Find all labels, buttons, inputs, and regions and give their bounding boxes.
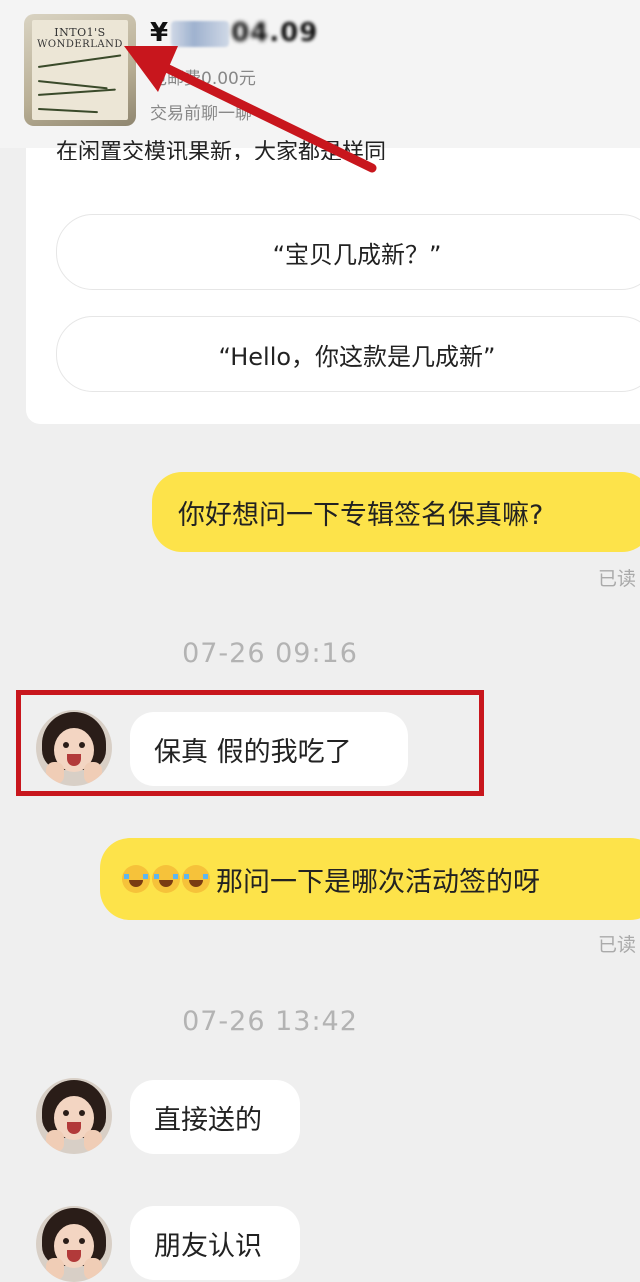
chat-timestamp: 07-26 13:42	[182, 1006, 358, 1037]
pretrade-chat-hint: 交易前聊一聊	[150, 104, 252, 124]
message-bubble-self[interactable]: 你好想问一下专辑签名保真嘛?	[152, 472, 640, 552]
price-visible-tail: .09	[269, 18, 319, 48]
product-thumbnail[interactable]: INTO1'S WONDERLAND	[24, 14, 136, 126]
signature-scribble	[37, 54, 122, 68]
chat-timestamp: 07-26 09:16	[182, 638, 358, 669]
quick-question-chip[interactable]: “宝贝几成新？”	[56, 214, 640, 290]
currency-symbol: ¥	[150, 18, 170, 48]
read-receipt: 已读	[598, 934, 637, 956]
message-text: 你好想问一下专辑签名保真嘛?	[178, 499, 544, 531]
message-text: 朋友认识	[154, 1230, 262, 1262]
message-text: 那问一下是哪次活动签的呀	[216, 866, 540, 898]
product-price: ¥04.09	[150, 18, 318, 48]
message-text: 直接送的	[154, 1104, 262, 1136]
quick-question-chip[interactable]: “Hello，你这款是几成新”	[56, 316, 640, 392]
message-bubble-other[interactable]: 朋友认识	[130, 1206, 300, 1280]
read-receipt: 已读	[598, 568, 637, 590]
message-bubble-other[interactable]: 直接送的	[130, 1080, 300, 1154]
signature-scribble	[37, 80, 108, 90]
laughing-with-tears-icon	[122, 865, 212, 893]
message-bubble-self[interactable]: 那问一下是哪次活动签的呀	[100, 838, 640, 920]
price-visible-mid: 04	[231, 18, 270, 48]
product-header: INTO1'S WONDERLAND ¥04.09 包邮费0.00元 交易前聊一…	[0, 0, 640, 148]
signature-scribble	[37, 108, 98, 114]
seller-avatar[interactable]	[36, 1206, 112, 1282]
price-blur-mask	[171, 20, 230, 47]
shipping-fee: 包邮费0.00元	[150, 69, 256, 89]
poster-title-line2: WONDERLAND	[37, 39, 123, 50]
panel-partial-text: 在闲置交模讯果新，大家都是样同	[56, 140, 387, 160]
signature-scribble	[37, 88, 116, 96]
red-highlight-box	[16, 690, 484, 796]
seller-avatar[interactable]	[36, 1078, 112, 1154]
poster-title-line1: INTO1'S	[54, 26, 106, 39]
album-poster-image: INTO1'S WONDERLAND	[32, 20, 128, 120]
